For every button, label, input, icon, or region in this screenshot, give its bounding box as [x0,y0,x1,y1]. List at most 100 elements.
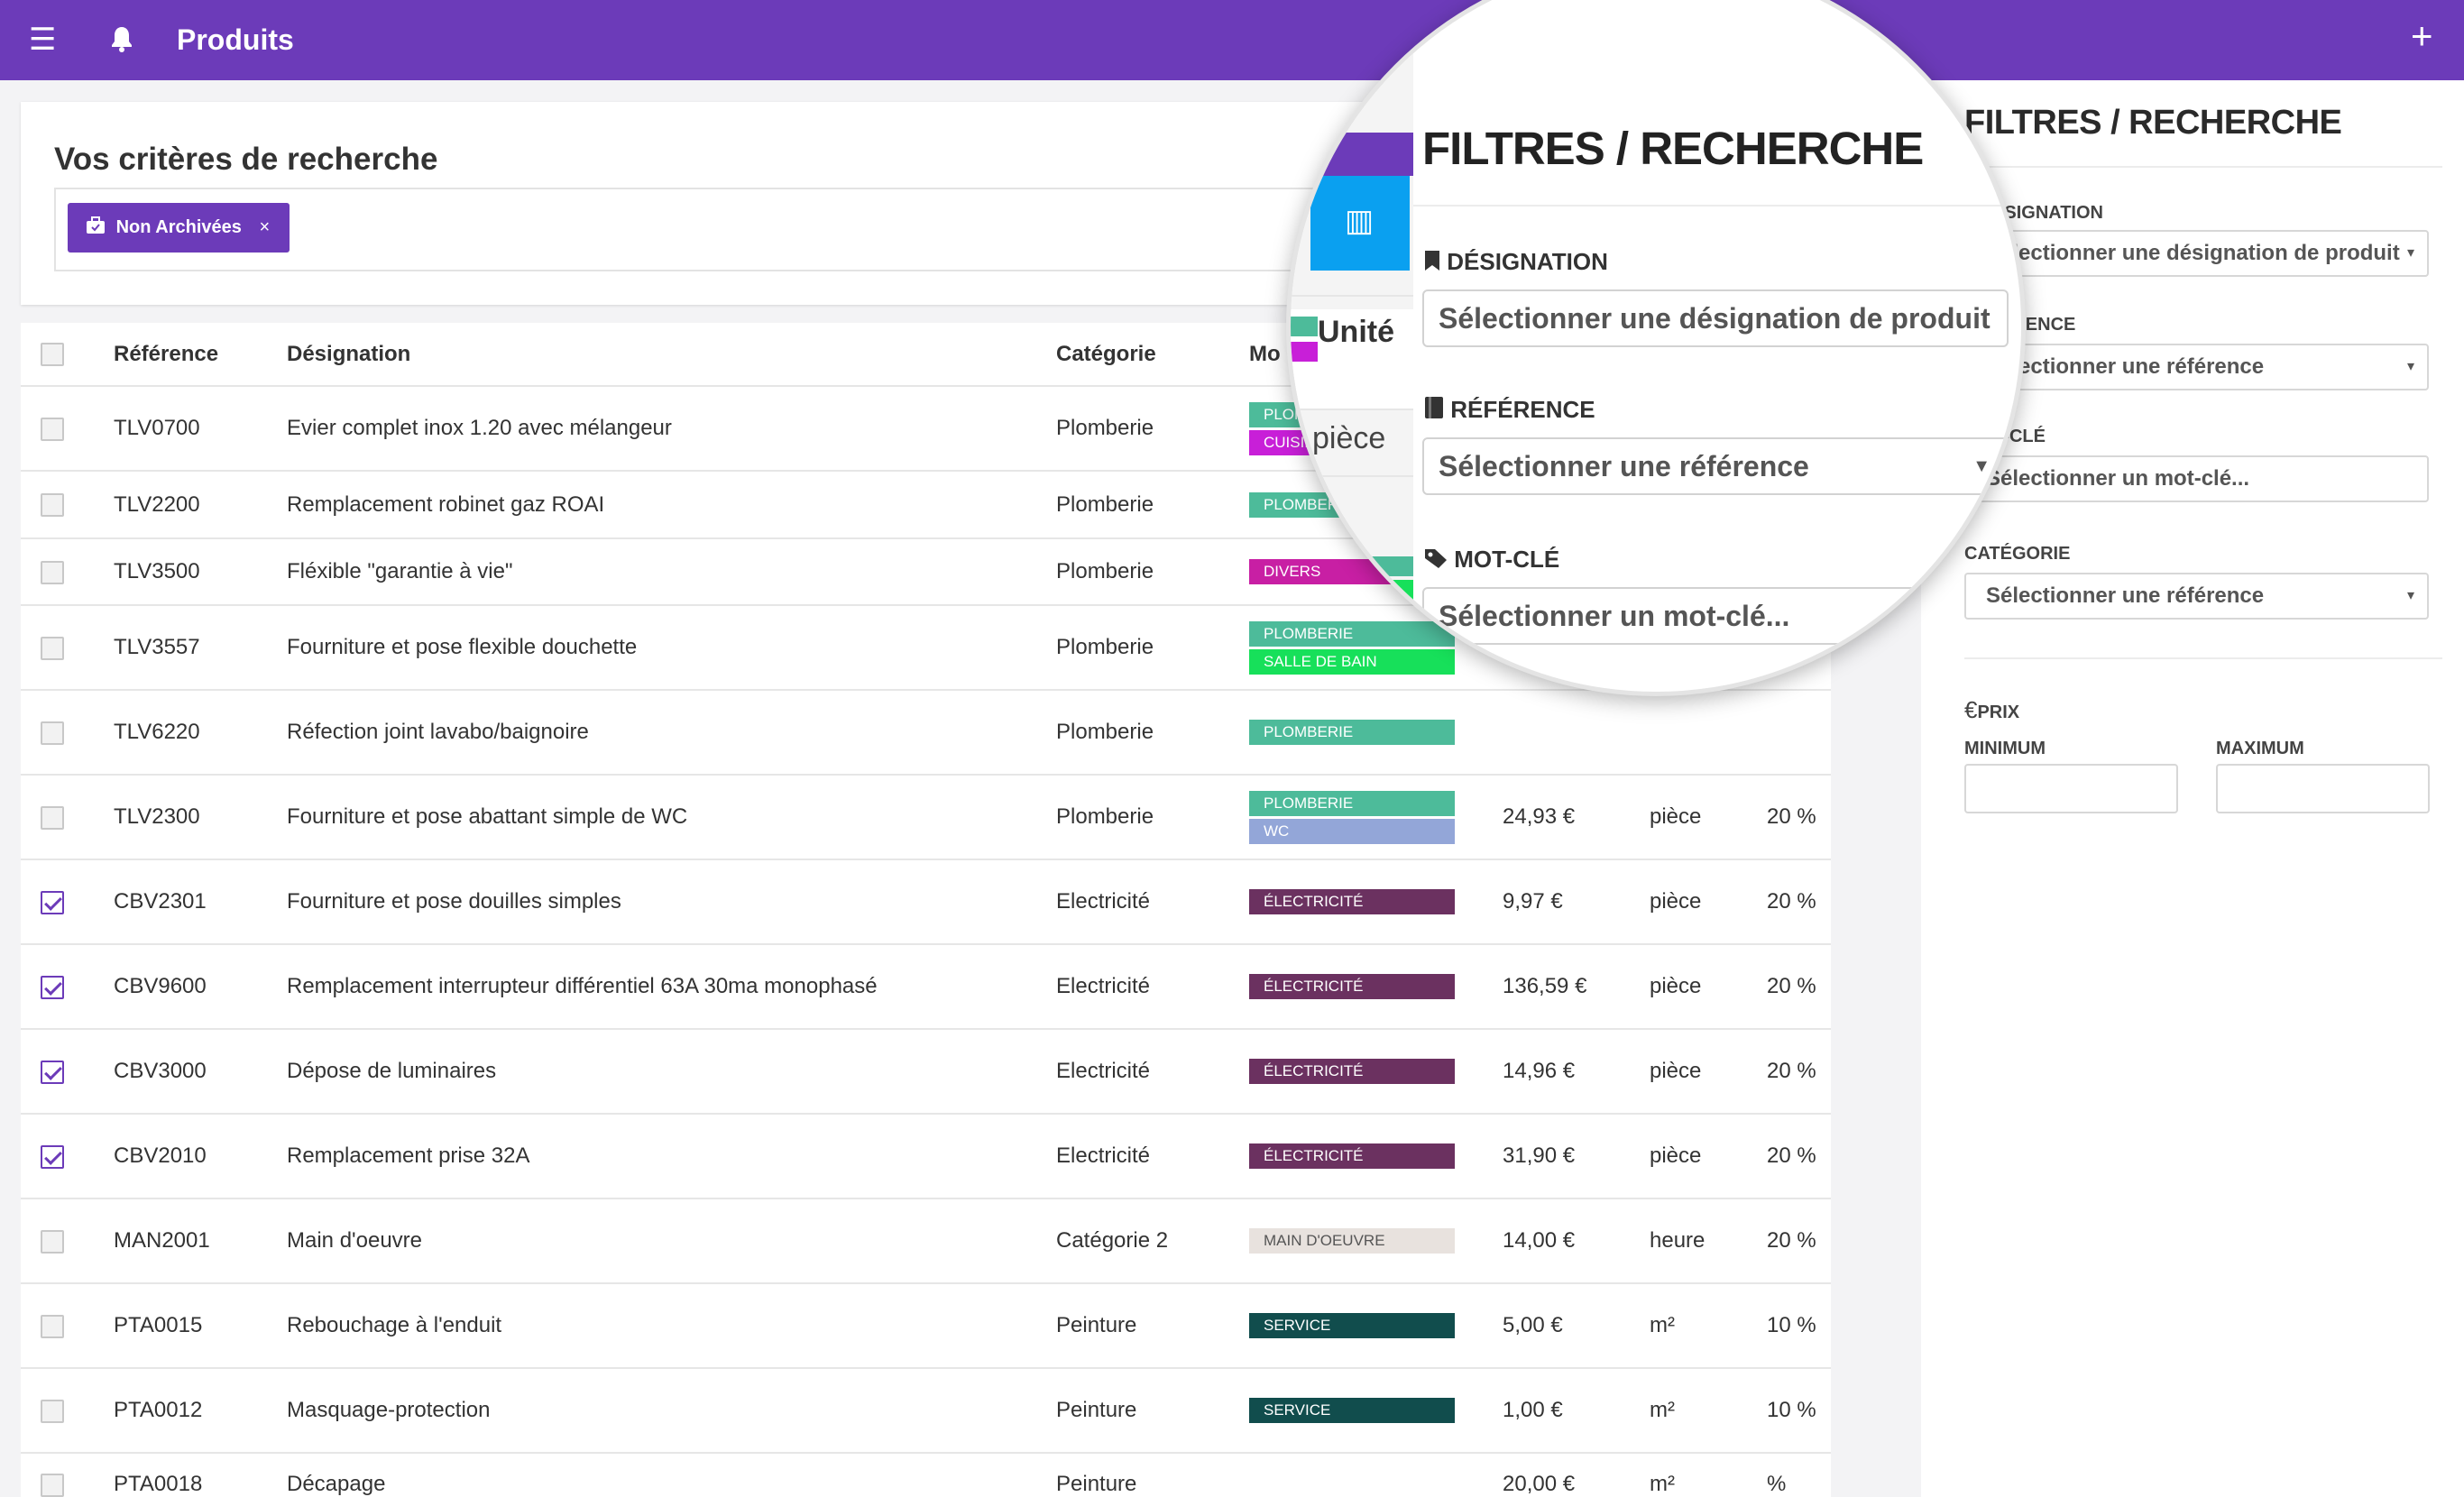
column-header-category[interactable]: Catégorie [1056,323,1237,387]
row-reference: PTA0015 [114,1283,287,1369]
keyword-tag: ÉLECTRICITÉ [1249,1143,1455,1169]
table-row[interactable]: TLV2300 Fourniture et pose abattant simpl… [21,775,1831,860]
column-header-designation[interactable]: Désignation [287,323,1056,387]
keyword-tag: WC [1249,818,1455,844]
unit-column-header: Unité [1318,315,1394,349]
row-checkbox[interactable] [41,1399,64,1423]
plus-icon[interactable]: + [2411,16,2433,56]
keyword-tag: ÉLECTRICITÉ [1249,974,1455,999]
keyword-label-magnified: MOT-CLÉ [1424,546,1559,574]
row-checkbox[interactable] [41,1473,64,1497]
row-reference: PTA0012 [114,1368,287,1454]
tag-icon [1425,549,1447,568]
select-all-checkbox[interactable] [41,343,64,367]
row-checkbox[interactable] [41,417,64,441]
max-label: MAXIMUM [2216,739,2304,758]
book-icon [1425,397,1443,418]
hamburger-menu-icon[interactable]: ☰ [29,20,56,60]
row-designation: Masquage-protection [287,1368,1056,1454]
row-designation: Fourniture et pose flexible douchette [287,605,1056,691]
bookmark-icon [1425,251,1439,271]
keyword-tag: SERVICE [1249,1313,1455,1338]
table-row[interactable]: CBV3000 Dépose de luminaires Electricité ÉL… [21,1029,1831,1115]
reference-label-magnified: RÉFÉRENCE [1424,396,1595,424]
row-reference: CBV2301 [114,859,287,945]
row-checkbox[interactable] [41,636,64,660]
row-price: 14,00 € [1503,1199,1650,1284]
row-unit: pièce [1650,944,1767,1030]
table-row[interactable]: PTA0012 Masquage-protection Peinture SERVIC… [21,1368,1831,1454]
reference-select-magnified[interactable]: Sélectionner une référence ▼ [1422,437,2009,495]
keyword-tag: ÉLECTRICITÉ [1249,1059,1455,1084]
row-vat: 20 % [1767,1199,1831,1284]
filter-chip-non-archived[interactable]: Non Archivées × [68,203,290,253]
chip-remove-icon[interactable]: × [259,217,270,237]
row-price: 31,90 € [1503,1114,1650,1199]
table-row[interactable]: TLV6220 Réfection joint lavabo/baignoire P… [21,690,1831,776]
price-min-input[interactable] [1964,764,2178,813]
row-reference: CBV2010 [114,1114,287,1199]
category-label: CATÉGORIE [1964,544,2071,564]
table-row[interactable]: PTA0018 Décapage Peinture 20,00 € m²% [21,1453,1831,1497]
row-designation: Remplacement prise 32A [287,1114,1056,1199]
row-price: 14,96 € [1503,1029,1650,1115]
row-checkbox[interactable] [41,493,64,518]
table-row[interactable]: CBV2010 Remplacement prise 32A Electricité… [21,1114,1831,1199]
app-header: ☰ Produits + [0,0,2464,80]
min-label: MINIMUM [1964,739,2046,758]
keyword-tag: PLOMBERIE [1249,720,1455,745]
chevron-down-icon: ▾ [2406,588,2414,603]
price-max-input[interactable] [2216,764,2430,813]
columns-toggle-button[interactable]: ▥ [1310,176,1410,271]
row-designation: Fourniture et pose abattant simple de WC [287,775,1056,860]
row-vat: % [1767,1453,1831,1497]
row-checkbox[interactable] [41,805,64,830]
row-unit: m² [1650,1368,1767,1454]
row-category: Plomberie [1056,775,1237,860]
designation-label-magnified: DÉSIGNATION [1424,248,1608,276]
row-unit: pièce [1650,859,1767,945]
chevron-down-icon: ▾ [2406,245,2414,261]
row-checkbox[interactable] [41,1060,64,1084]
designation-select[interactable]: Sélectionner une désignation de produit ▾ [1964,230,2429,277]
category-select[interactable]: Sélectionner une référence ▾ [1964,573,2429,620]
briefcase-icon [87,216,105,234]
row-category: Peinture [1056,1453,1237,1497]
bell-icon[interactable] [110,20,133,64]
row-checkbox[interactable] [41,560,64,584]
row-price [1503,690,1650,776]
filters-title: FILTRES / RECHERCHE [1964,104,2342,142]
reference-select[interactable]: Sélectionner une référence ▾ [1964,344,2429,390]
row-checkbox[interactable] [41,1144,64,1169]
row-checkbox[interactable] [41,1229,64,1254]
criteria-title: Vos critères de recherche [54,142,438,177]
designation-select-magnified[interactable]: Sélectionner une désignation de produit [1422,289,2009,347]
table-row[interactable]: CBV2301 Fourniture et pose douilles simpl… [21,859,1831,945]
row-checkbox[interactable] [41,721,64,745]
row-vat: 20 % [1767,1114,1831,1199]
row-category: Plomberie [1056,605,1237,691]
keyword-select-magnified[interactable]: Sélectionner un mot-clé... [1422,587,2009,645]
row-unit: pièce [1650,1029,1767,1115]
row-checkbox[interactable] [41,975,64,999]
row-designation: Dépose de luminaires [287,1029,1056,1115]
row-category: Electricité [1056,1029,1237,1115]
row-vat: 10 % [1767,1283,1831,1369]
table-row[interactable]: PTA0015 Rebouchage à l'enduit Peinture SERV… [21,1283,1831,1369]
price-label: €PRIX [1964,696,2020,723]
page-title: Produits [177,23,294,56]
row-vat: 20 % [1767,775,1831,860]
table-row[interactable]: MAN2001 Main d'oeuvre Catégorie 2 MAIN D'OE… [21,1199,1831,1284]
chevron-down-icon: ▼ [1972,456,1991,476]
row-checkbox[interactable] [41,1314,64,1338]
row-reference: TLV3500 [114,538,287,606]
row-checkbox[interactable] [41,890,64,914]
row-category: Peinture [1056,1368,1237,1454]
row-reference: TLV3557 [114,605,287,691]
table-row[interactable]: CBV9600 Remplacement interrupteur différe… [21,944,1831,1030]
column-header-reference[interactable]: Référence [114,323,287,387]
keyword-tag: ÉLECTRICITÉ [1249,889,1455,914]
row-category: Electricité [1056,944,1237,1030]
row-category: Plomberie [1056,538,1237,606]
keyword-select[interactable]: Sélectionner un mot-clé... [1964,455,2429,502]
